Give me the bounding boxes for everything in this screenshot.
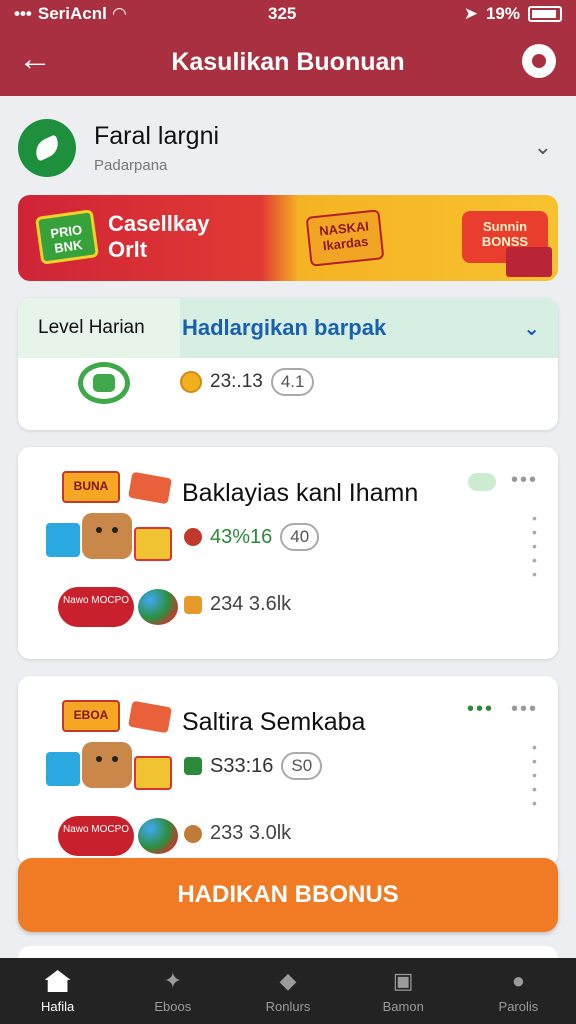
nav-label: Ronlurs — [265, 999, 311, 1014]
profile-subtitle: Padarpana — [94, 157, 168, 174]
ball-icon — [138, 589, 178, 625]
offer-title: Saltira Semkaba — [182, 708, 366, 736]
location-icon: ➤ — [463, 4, 478, 23]
window-icon: ▣ — [392, 968, 414, 993]
gift-icon — [134, 756, 172, 790]
tab-level-title[interactable]: Hadlargikan barpak ⌄ — [180, 298, 558, 358]
wifi-icon: ◠ — [112, 4, 126, 23]
page-title: Kasulikan Buonuan — [171, 47, 405, 76]
chevron-down-icon[interactable]: ⌄ — [534, 134, 552, 160]
level-coin-value: 23:.13 — [210, 371, 263, 392]
cash-icon — [184, 757, 202, 775]
banner-badge: PRIO BNK — [34, 209, 100, 265]
offer-art-label: EBOA — [62, 700, 120, 732]
mascot-icon — [82, 742, 132, 788]
bottom-nav: Hafila ✦ Eboos ◆ Ronlurs ▣ Bamon ● Parol… — [0, 958, 576, 1024]
offer-value-row: 43%16 40 — [184, 523, 320, 551]
level-card: Level Harian Hadlargikan barpak ⌄ 23:.13… — [18, 298, 558, 430]
nav-label: Hafila — [40, 999, 75, 1014]
offer-art-label: BUNA — [62, 471, 120, 503]
coin-stack-icon — [184, 595, 202, 614]
gift-icon — [46, 752, 80, 786]
offer-bubble: Nawo MOCPO — [58, 587, 134, 627]
nav-item-parolis[interactable]: ● Parolis — [461, 958, 576, 1024]
offer-value-row: S33:16 S0 — [184, 752, 323, 780]
nav-item-ronlurs[interactable]: ◆ Ronlurs — [230, 958, 345, 1024]
nav-label: Parolis — [498, 999, 539, 1014]
battery-percent: 19% — [485, 4, 520, 23]
more-options-icon[interactable]: ••• — [511, 698, 538, 721]
gift-icon — [134, 527, 172, 561]
scroll-dots-icon: • • • • • — [532, 739, 537, 811]
offer-card[interactable]: BUNA Nawo MOCPO Baklayias kanl Ihamn 43%… — [18, 447, 558, 659]
back-arrow-icon[interactable]: ← — [18, 42, 52, 76]
offer-card[interactable]: EBOA Nawo MOCPO Saltira Semkaba S33:16 S… — [18, 676, 558, 866]
nav-label: Eboos — [154, 999, 192, 1014]
toggle-switch[interactable] — [468, 473, 496, 491]
ticket-icon — [128, 471, 172, 505]
level-pill: 4.1 — [270, 368, 315, 396]
offer-secondary: 234 3.6lk — [210, 593, 292, 615]
status-dots-icon: ••• — [466, 698, 494, 720]
banner-line-1: Casellkay — [108, 211, 210, 236]
nav-label: Bamon — [382, 999, 424, 1014]
signal-icon: ••• — [14, 4, 32, 23]
app-header: ← Kasulikan Buonuan — [0, 28, 576, 96]
profile-row[interactable]: Faral largni Padarpana ⌄ — [18, 112, 558, 184]
coin-stack-icon — [184, 824, 202, 843]
offer-secondary-row: 234 3.6lk — [184, 593, 291, 616]
leaf-icon — [31, 134, 63, 162]
scroll-dots-icon: • • • • • — [532, 510, 537, 582]
status-right: ➤ 19% — [464, 4, 562, 24]
offer-bubble: Nawo MOCPO — [58, 816, 134, 856]
more-options-icon[interactable]: ••• — [511, 469, 538, 492]
person-icon — [184, 528, 202, 546]
diamond-icon: ◆ — [279, 968, 297, 993]
nav-item-eboos[interactable]: ✦ Eboos — [115, 958, 230, 1024]
offer-secondary-row: 233 3.0lk — [184, 822, 291, 845]
nav-item-home[interactable]: Hafila — [0, 958, 115, 1024]
offer-secondary: 233 3.0lk — [210, 822, 292, 844]
level-badge-icon — [78, 362, 130, 404]
ticket-icon — [128, 700, 172, 734]
banner-line-2: Orlt — [108, 237, 148, 262]
offer-value: S33:16 — [210, 754, 274, 777]
person-icon: ● — [511, 968, 526, 993]
carrier-name: SeriAcnl — [37, 4, 107, 23]
level-title: Hadlargikan barpak — [182, 315, 387, 340]
profile-name: Faral largni — [94, 122, 220, 150]
level-coins: 23:.13 4.1 — [180, 368, 315, 396]
coin-icon — [180, 371, 202, 393]
claim-bonus-button[interactable]: HADIKAN BBONUS — [18, 858, 558, 932]
offer-pill: 40 — [280, 523, 320, 551]
ball-icon — [138, 818, 178, 854]
banner-sign-left: NASKAI Ikardas — [305, 209, 385, 267]
banner-text: Casellkay Orlt — [108, 211, 210, 263]
tab-level-harian[interactable]: Level Harian — [18, 298, 180, 358]
gift-icon — [46, 523, 80, 557]
status-bar: ••• SeriAcnl ◠ 325 ➤ 19% — [0, 0, 576, 28]
gift-box-icon — [506, 247, 552, 277]
status-time: 325 — [268, 4, 297, 23]
home-icon — [44, 968, 72, 994]
offer-value: 43%16 — [210, 525, 273, 548]
mascot-icon — [82, 513, 132, 559]
status-left: ••• SeriAcnl ◠ — [14, 4, 126, 24]
chevron-down-icon[interactable]: ⌄ — [523, 316, 540, 341]
offer-illustration: EBOA Nawo MOCPO — [42, 694, 182, 864]
nav-item-bamon[interactable]: ▣ Bamon — [346, 958, 461, 1024]
offer-illustration: BUNA Nawo MOCPO — [42, 465, 182, 635]
offer-title: Baklayias kanl Ihamn — [182, 479, 419, 507]
profile-names: Faral largni Padarpana — [94, 122, 219, 174]
battery-icon — [528, 6, 562, 22]
offer-pill: S0 — [281, 752, 323, 780]
promo-banner[interactable]: PRIO BNK Casellkay Orlt NASKAI Ikardas S… — [18, 195, 558, 281]
settings-icon[interactable] — [522, 44, 556, 78]
bird-icon: ✦ — [163, 968, 183, 993]
avatar — [18, 119, 76, 177]
